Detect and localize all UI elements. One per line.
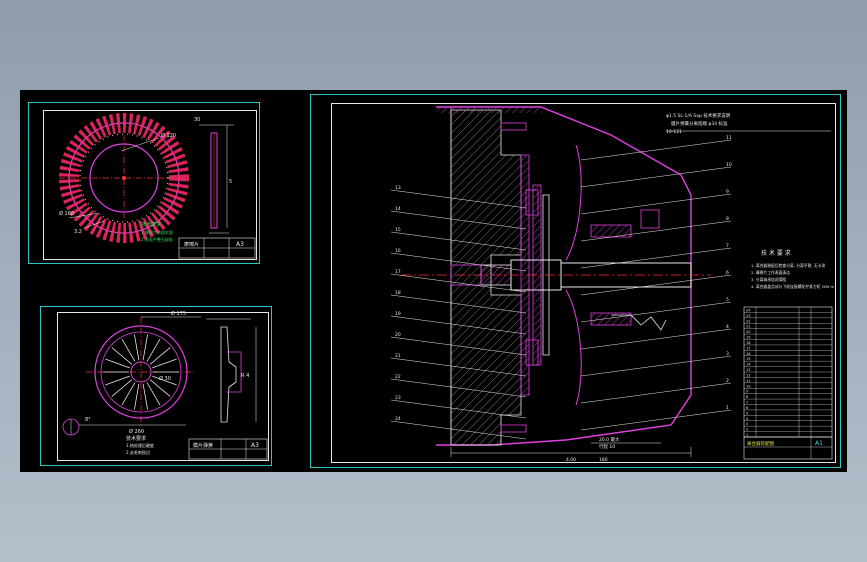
bom-row-number: 10	[746, 384, 750, 388]
bom-row-number: 9	[746, 390, 748, 394]
part-number-right: 4	[726, 324, 729, 330]
dim-d4: R 4	[241, 373, 249, 379]
dim-bottom-2: 20.0 最大	[599, 436, 620, 443]
sheet-clutch-assembly[interactable]: φ1.5 SL-1/A Sap 技术要求说明 膜片弹簧分离指端 φ34 标准 1…	[310, 94, 841, 468]
part-number-left: 21	[395, 353, 401, 359]
part-number-right: 8	[726, 216, 729, 222]
dim-d2: Ø 260	[129, 428, 144, 435]
part-number-right: 6	[726, 270, 729, 276]
part-number-right: 10	[726, 162, 732, 168]
drawing-canvas[interactable]: 30 5 Ø 168 Ø 120 3.2 技术要求 1.摩擦片粘结牢固 2.表面…	[20, 90, 847, 472]
tech-note-4: 4. 离合器盖总成与飞轮连接螺栓拧紧力矩 20N·m	[751, 284, 834, 289]
header-note-2: 膜片弹簧分离指端 φ34 标准	[671, 120, 728, 127]
bom-row-number: 22	[746, 319, 750, 323]
part-number-left: 17	[395, 269, 401, 275]
part-number-left: 14	[395, 206, 401, 212]
bom-row-number: 14	[746, 363, 751, 367]
part-number-right: 2	[726, 378, 729, 384]
bom-row-number: 6	[746, 406, 748, 410]
bom-row-number: 19	[746, 336, 750, 340]
bom-row-number: 7	[746, 401, 748, 405]
part-number-left: 15	[395, 227, 401, 233]
part-number-right: 3	[726, 351, 729, 357]
title-block-size: A1	[815, 440, 823, 447]
part-number-right: 7	[726, 243, 729, 249]
dim-side: 5	[229, 179, 232, 185]
tb-name: 摩擦片	[184, 241, 199, 248]
bom-row-number: 21	[746, 325, 750, 329]
bom-row-number: 1	[746, 433, 748, 437]
dim-bottom-1: 4.00	[566, 457, 576, 463]
part-number-left: 24	[395, 416, 401, 422]
header-note-3: 10-121	[666, 129, 682, 135]
tech-note-2: 2. 摩擦片工作表面清洁	[751, 270, 790, 275]
part-number-right: 9	[726, 189, 729, 195]
part-number-left: 20	[395, 332, 401, 338]
note-1: 技术要求	[126, 435, 146, 442]
part-number-right: 1	[726, 405, 729, 411]
bom-row-number: 12	[746, 373, 750, 377]
dim-angle: 8°	[85, 417, 91, 423]
note-3: 2.去毛刺锐边	[126, 449, 150, 455]
friction-disc-labels: 30 5 Ø 168 Ø 120 3.2 技术要求 1.摩擦片粘结牢固 2.表面…	[59, 117, 244, 248]
tb-name: 膜片弹簧	[193, 442, 213, 449]
part-number-left: 22	[395, 374, 401, 380]
bom-row-number: 15	[746, 357, 750, 361]
part-number-left: 13	[395, 185, 401, 191]
diaphragm-spring-labels: Ø 175 Ø 260 Ø 30 R 4 8° 技术要求 1.热处理后硬度 2.…	[85, 310, 259, 455]
part-number-right: 5	[726, 297, 729, 303]
clutch-assembly-labels: φ1.5 SL-1/A Sap 技术要求说明 膜片弹簧分离指端 φ34 标准 1…	[395, 112, 834, 463]
bom-row-number: 20	[746, 330, 750, 334]
part-number-left: 18	[395, 290, 401, 296]
dim-d3: Ø 30	[159, 375, 171, 382]
bom-row-number: 18	[746, 341, 750, 345]
bom-row-number: 23	[746, 314, 750, 318]
bom-row-number: 2	[746, 428, 748, 432]
bom-row-number: 16	[746, 352, 750, 356]
bom-row-number: 24	[746, 308, 751, 312]
note-2: 2.表面平整无缺陷	[141, 236, 173, 242]
note-title: 技术要求	[141, 221, 161, 228]
tb-size: A3	[236, 241, 244, 248]
header-note-1: φ1.5 SL-1/A Sap 技术要求说明	[666, 112, 731, 119]
sheet-diaphragm-spring[interactable]: Ø 175 Ø 260 Ø 30 R 4 8° 技术要求 1.热处理后硬度 2.…	[40, 306, 272, 466]
note-2: 1.热处理后硬度	[126, 442, 154, 448]
bom-row-number: 17	[746, 346, 750, 350]
tech-note-1: 1. 离合器装配后检查分离, 分离平稳, 无卡滞	[751, 263, 825, 268]
tech-note-3: 3. 分离轴承加润滑脂	[751, 277, 786, 282]
dim-bottom-4: 行程 10	[599, 443, 615, 450]
tech-title: 技 术 要 求	[761, 249, 791, 257]
bom-row-number: 5	[746, 411, 748, 415]
dim-bottom-3: 180	[599, 457, 608, 463]
bom-row-number: 11	[746, 379, 750, 383]
bom-row-number: 8	[746, 395, 748, 399]
dim-d1: Ø 175	[171, 310, 186, 317]
dim-mid: Ø 120	[161, 132, 176, 139]
tb-size: A3	[251, 442, 259, 449]
part-number-right: 11	[726, 135, 732, 141]
part-number-left: 23	[395, 395, 401, 401]
title-block-name: 离合器装配图	[747, 440, 774, 447]
part-number-left: 19	[395, 311, 401, 317]
dim-outer: Ø 168	[59, 210, 74, 217]
roughness: 3.2	[74, 229, 82, 235]
bom-row-number: 4	[746, 417, 749, 421]
note-1: 1.摩擦片粘结牢固	[141, 229, 173, 235]
bom-row-number: 3	[746, 422, 748, 426]
part-number-left: 16	[395, 248, 401, 254]
dim-top: 30	[194, 117, 200, 123]
bom-row-number: 13	[746, 368, 750, 372]
sheet-friction-disc[interactable]: 30 5 Ø 168 Ø 120 3.2 技术要求 1.摩擦片粘结牢固 2.表面…	[28, 102, 260, 264]
